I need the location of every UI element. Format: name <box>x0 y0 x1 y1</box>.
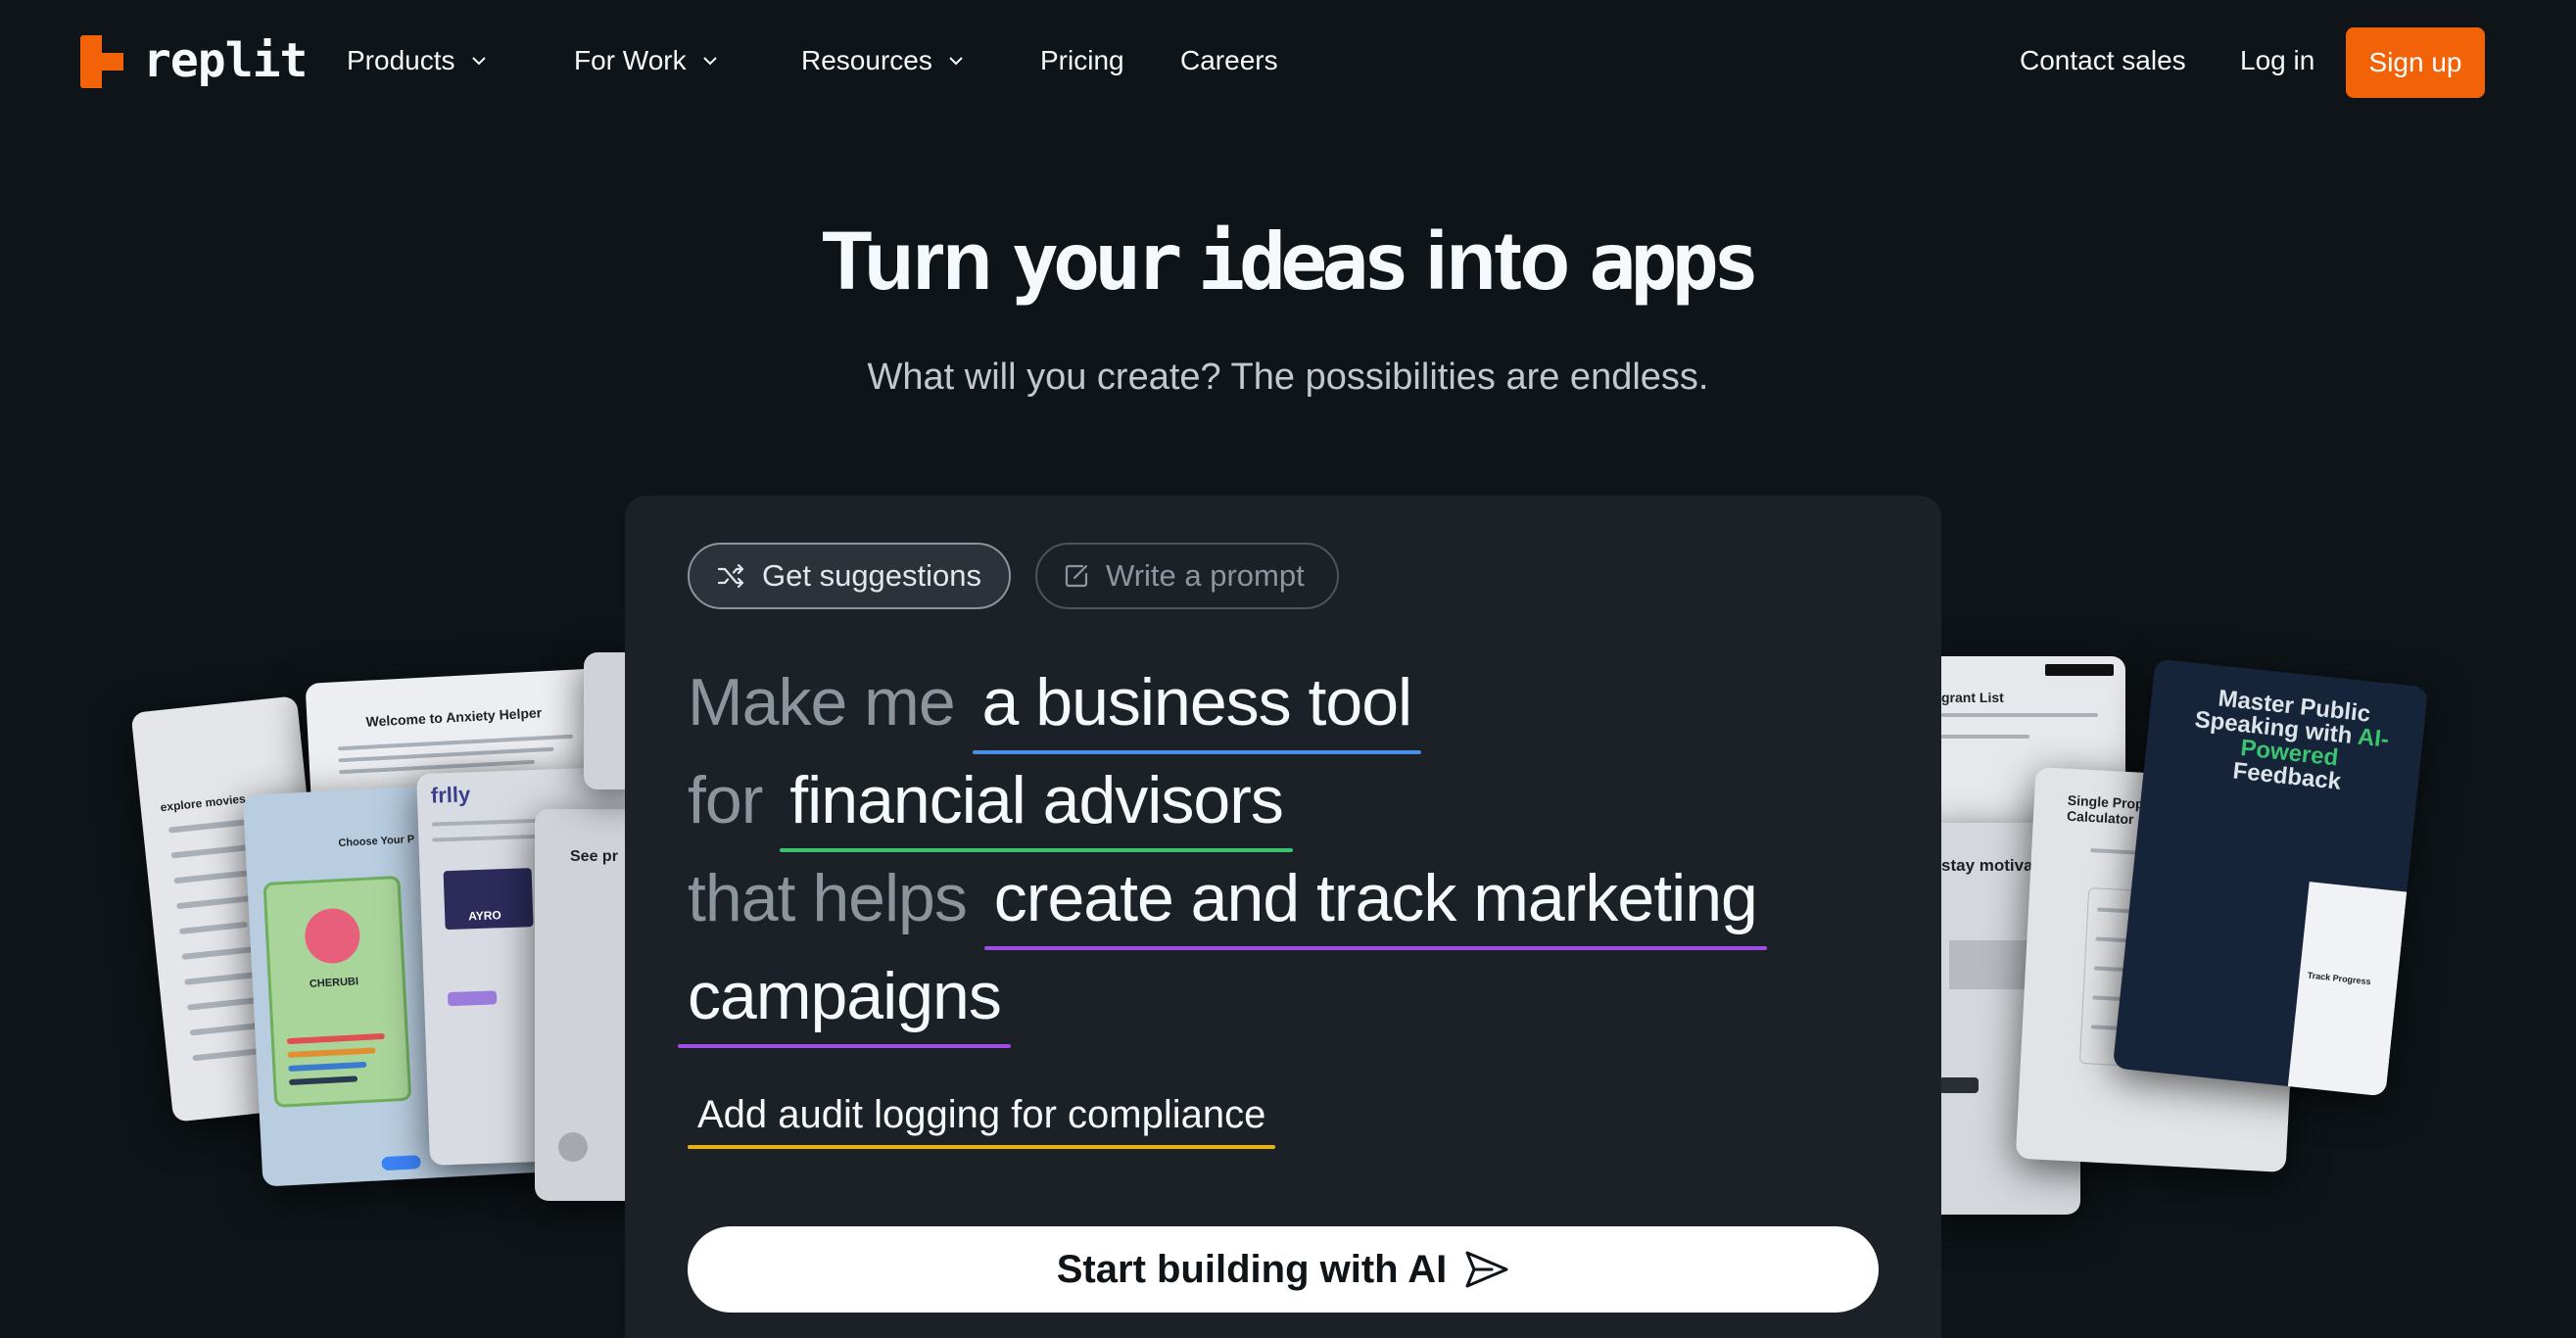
write-prompt-tab[interactable]: Write a prompt <box>1035 543 1339 609</box>
chevron-down-icon <box>471 57 486 66</box>
shuffle-icon <box>717 563 744 589</box>
preview-card-title: grant List <box>1941 690 2004 705</box>
nav-careers[interactable]: Careers <box>1180 41 1278 80</box>
preview-card-title: frlly <box>430 782 471 808</box>
prompt-line-2: for financial advisors <box>688 762 1293 852</box>
start-building-button[interactable]: Start building with AI <box>688 1226 1879 1313</box>
prompt-prefix: Make me <box>688 665 956 740</box>
title-text-ideas: ideas <box>1197 216 1410 308</box>
send-icon <box>1465 1251 1508 1288</box>
get-suggestions-label: Get suggestions <box>762 558 982 593</box>
prompt-purpose[interactable]: create and track marketing <box>983 860 1767 950</box>
preview-card-title: explore movies <box>160 791 247 815</box>
get-suggestions-tab[interactable]: Get suggestions <box>688 543 1011 609</box>
prompt-prefix: that helps <box>688 861 968 935</box>
prompt-app-type[interactable]: a business tool <box>972 664 1422 754</box>
chevron-down-icon <box>702 57 717 66</box>
write-prompt-label: Write a prompt <box>1106 558 1305 593</box>
preview-card-title: AYRO <box>467 908 501 924</box>
preview-card-title: See pr <box>570 848 618 865</box>
start-building-label: Start building with AI <box>1056 1247 1448 1291</box>
replit-logo[interactable]: replit <box>78 33 308 88</box>
title-text-3: into <box>1404 215 1590 307</box>
nav-resources[interactable]: Resources <box>801 41 964 80</box>
nav-resources-label: Resources <box>801 45 932 75</box>
edit-icon <box>1065 564 1088 588</box>
extra-feature-chip[interactable]: Add audit logging for compliance <box>688 1093 1276 1149</box>
nav-products-label: Products <box>347 45 455 75</box>
contact-sales-link[interactable]: Contact sales <box>2020 41 2186 80</box>
sign-up-button[interactable]: Sign up <box>2346 27 2485 98</box>
prompt-line-1: Make me a business tool <box>688 664 1422 754</box>
preview-card-title: Choose Your P <box>338 834 415 850</box>
prompt-prefix: for <box>688 763 763 837</box>
prompt-purpose-cont[interactable]: campaigns <box>678 958 1011 1048</box>
prompt-panel: Get suggestions Write a prompt Make me a… <box>625 496 1941 1338</box>
prompt-line-4: campaigns <box>678 958 1011 1048</box>
chevron-down-icon <box>949 57 963 66</box>
title-text-1: Turn <box>822 215 1012 307</box>
title-text-2 <box>1176 215 1197 307</box>
prompt-audience[interactable]: financial advisors <box>780 762 1293 852</box>
prompt-line-3: that helps create and track marketing <box>688 860 1767 950</box>
nav-pricing[interactable]: Pricing <box>1040 41 1124 80</box>
nav-products[interactable]: Products <box>347 41 487 80</box>
page-subtitle: What will you create? The possibilities … <box>867 357 1709 398</box>
title-text-apps: apps <box>1589 216 1760 308</box>
preview-card-title: Welcome to Anxiety Helper <box>365 704 543 730</box>
replit-logo-icon <box>78 33 125 88</box>
preview-card-speaking: Master Public Speaking with AI-Powered F… <box>2112 658 2429 1097</box>
log-in-link[interactable]: Log in <box>2240 41 2314 80</box>
page-title: Turn your ideas into apps <box>0 214 2576 309</box>
top-nav: replit Products For Work Resources Prici… <box>0 0 2576 123</box>
nav-for-work[interactable]: For Work <box>574 41 718 80</box>
title-text-your: your <box>1011 216 1183 308</box>
nav-for-work-label: For Work <box>574 45 687 75</box>
logo-wordmark: replit <box>143 33 308 88</box>
